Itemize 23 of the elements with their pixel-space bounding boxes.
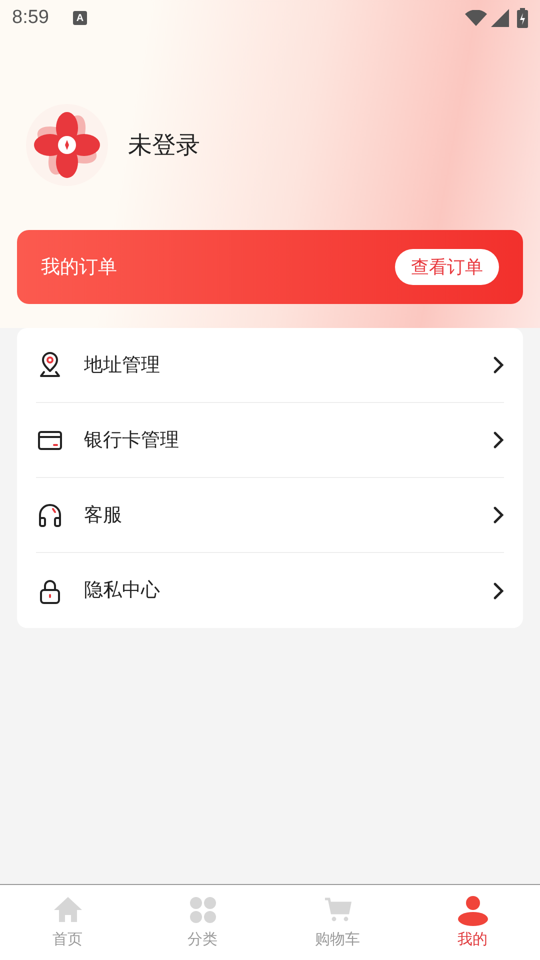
- menu-label: 银行卡管理: [84, 428, 180, 453]
- menu-label: 客服: [84, 502, 123, 528]
- notification-icon: A: [72, 11, 87, 25]
- login-status[interactable]: 未登录: [128, 127, 200, 163]
- status-time: 8:59: [12, 6, 49, 30]
- menu-item[interactable]: 隐私中心: [36, 553, 504, 628]
- menu-item[interactable]: 客服: [36, 478, 504, 553]
- chevron-right-icon: [492, 582, 504, 600]
- chevron-right-icon: [492, 431, 504, 449]
- view-orders-button[interactable]: 查看订单: [395, 249, 499, 285]
- menu-item[interactable]: 银行卡管理: [36, 403, 504, 478]
- menu-item[interactable]: 地址管理: [36, 328, 504, 403]
- signal-icon: [491, 9, 509, 27]
- person-icon: [456, 894, 488, 926]
- chevron-right-icon: [492, 356, 504, 374]
- menu-label: 地址管理: [84, 352, 161, 378]
- headphones-icon: [36, 501, 64, 529]
- order-title: 我的订单: [41, 254, 118, 280]
- wifi-icon: [465, 10, 487, 26]
- battery-icon: [517, 8, 528, 28]
- chevron-right-icon: [492, 506, 504, 524]
- nav-tab[interactable]: 我的: [405, 885, 540, 960]
- menu-label: 隐私中心: [84, 578, 161, 604]
